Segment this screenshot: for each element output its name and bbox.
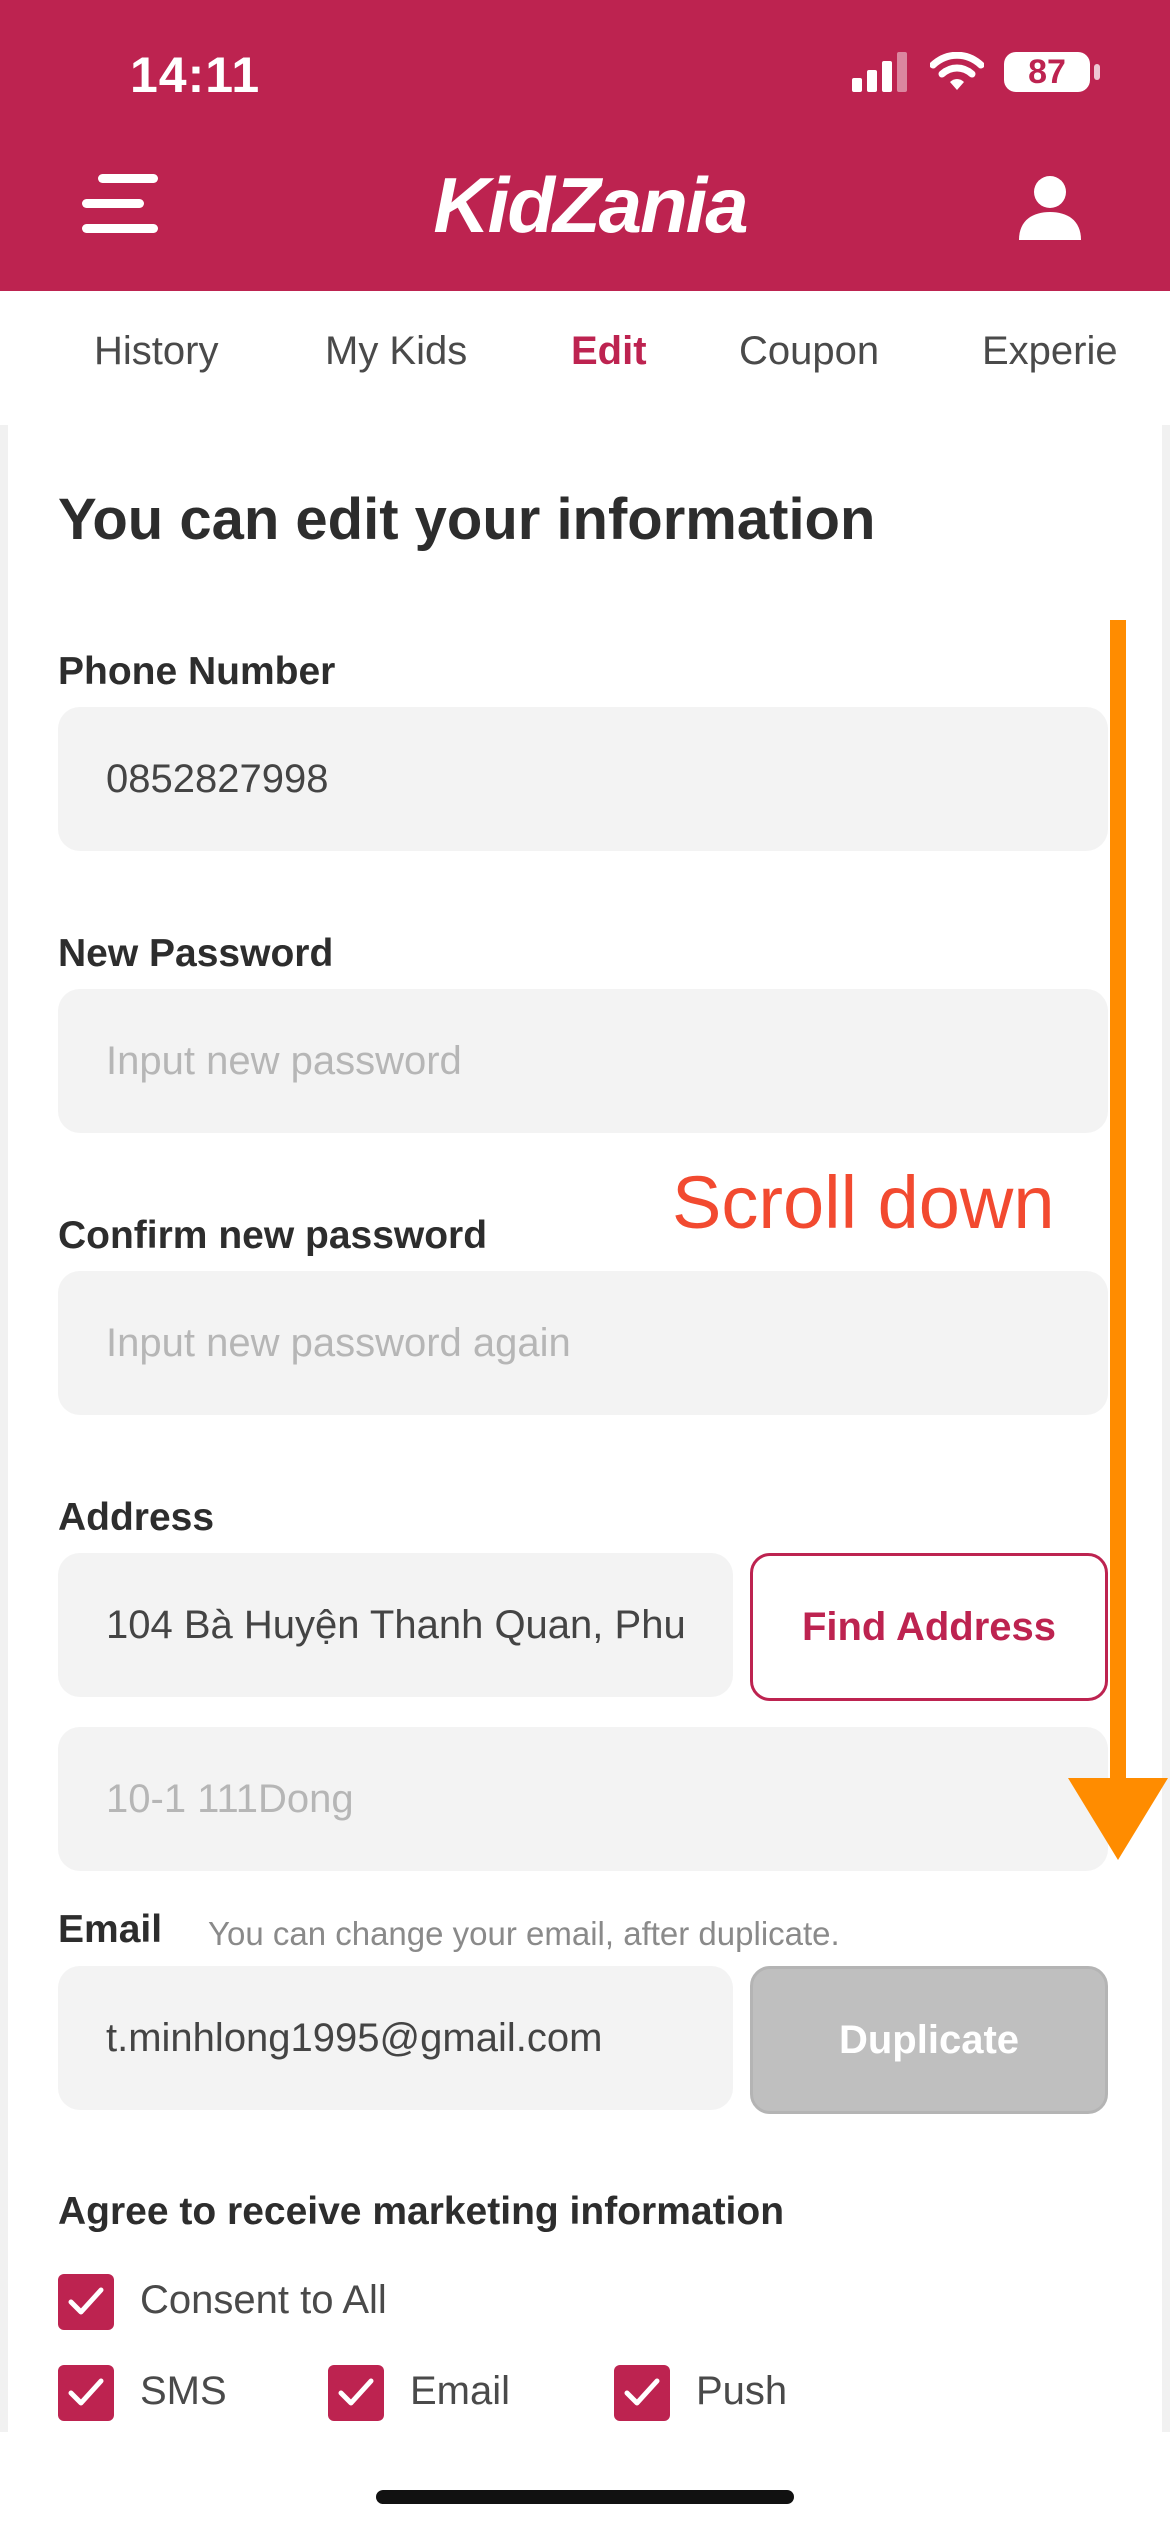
tab-edit[interactable]: Edit (571, 329, 647, 374)
tab-history[interactable]: History (94, 329, 218, 374)
scroll-down-annotation: Scroll down (672, 1161, 1055, 1244)
status-time: 14:11 (130, 47, 261, 103)
tab-bar: History My Kids Edit Coupon Experie (0, 291, 1170, 425)
user-icon[interactable] (1015, 172, 1085, 242)
wifi-icon (930, 52, 984, 90)
checkmark-icon (68, 2378, 104, 2406)
push-label: Push (696, 2369, 788, 2413)
consent-all-checkbox[interactable] (58, 2274, 114, 2330)
battery-icon: 87 (1004, 52, 1100, 92)
email-hint: You can change your email, after duplica… (208, 1915, 840, 1952)
email-label: Email (58, 1908, 163, 1951)
sms-label: SMS (140, 2369, 227, 2413)
home-indicator (376, 2490, 794, 2504)
page-title: You can edit your information (58, 487, 876, 552)
push-checkbox[interactable] (614, 2365, 670, 2421)
signal-icon (852, 52, 907, 92)
email-consent-checkbox[interactable] (328, 2365, 384, 2421)
find-address-button[interactable]: Find Address (750, 1553, 1108, 1701)
tab-scroll-fade (1110, 291, 1170, 425)
checkmark-icon (68, 2287, 104, 2315)
duplicate-button[interactable]: Duplicate (750, 1966, 1108, 2114)
checkmark-icon (624, 2378, 660, 2406)
consent-all-label: Consent to All (140, 2278, 387, 2322)
confirm-password-field[interactable]: Input new password again (58, 1271, 1108, 1415)
address-detail-field[interactable]: 10-1 111Dong (58, 1727, 1108, 1871)
marketing-label: Agree to receive marketing information (58, 2190, 785, 2233)
checkmark-icon (338, 2378, 374, 2406)
sms-checkbox[interactable] (58, 2365, 114, 2421)
scroll-down-arrow-icon (1068, 620, 1168, 1860)
phone-field[interactable]: 0852827998 (58, 707, 1108, 851)
email-field[interactable]: t.minhlong1995@gmail.com (58, 1966, 733, 2110)
phone-label: Phone Number (58, 650, 336, 693)
hamburger-menu-icon[interactable] (80, 172, 160, 236)
content-left-border (0, 425, 8, 2432)
email-consent-label: Email (410, 2369, 511, 2413)
tab-coupon[interactable]: Coupon (739, 329, 879, 374)
status-icons: 87 (852, 52, 1100, 92)
tab-experience[interactable]: Experie (982, 329, 1118, 374)
tab-my-kids[interactable]: My Kids (325, 329, 467, 374)
address-field[interactable]: 104 Bà Huyện Thanh Quan, Phu (58, 1553, 733, 1697)
app-header: 14:11 87 KidZania (0, 0, 1170, 291)
kidzania-logo[interactable]: KidZania (430, 160, 750, 250)
new-password-label: New Password (58, 932, 334, 975)
new-password-field[interactable]: Input new password (58, 989, 1108, 1133)
address-label: Address (58, 1496, 215, 1539)
confirm-password-label: Confirm new password (58, 1214, 488, 1257)
